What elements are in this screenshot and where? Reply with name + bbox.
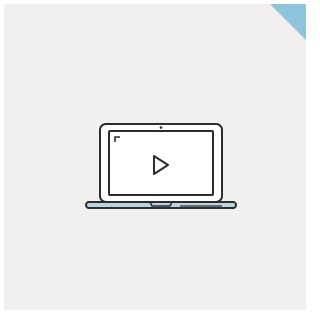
laptop-icon: [85, 123, 237, 209]
video-placeholder-card: [4, 4, 306, 310]
camera-dot: [159, 126, 163, 129]
page-corner-icon: [270, 4, 306, 40]
laptop-base: [85, 201, 237, 209]
